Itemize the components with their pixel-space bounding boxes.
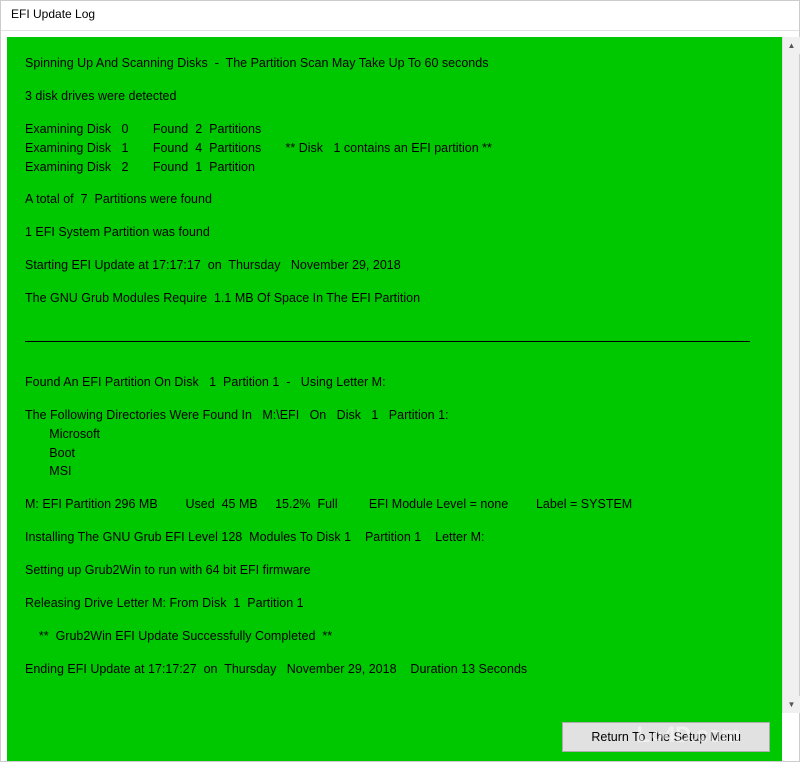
blank-line: [25, 581, 772, 595]
log-line: Starting EFI Update at 17:17:17 on Thurs…: [25, 257, 772, 274]
log-line: The GNU Grub Modules Require 1.1 MB Of S…: [25, 290, 772, 307]
blank-line: [25, 177, 772, 191]
blank-line: [25, 276, 772, 290]
log-line: A total of 7 Partitions were found: [25, 191, 772, 208]
log-line: Examining Disk 1 Found 4 Partitions ** D…: [25, 140, 772, 157]
blank-line: [25, 360, 772, 374]
log-line: Ending EFI Update at 17:17:27 on Thursda…: [25, 661, 772, 678]
log-line: 1 EFI System Partition was found: [25, 224, 772, 241]
scroll-up-arrow[interactable]: ▲: [783, 37, 800, 54]
log-line: Found An EFI Partition On Disk 1 Partiti…: [25, 374, 772, 391]
log-line: MSI: [25, 463, 772, 480]
blank-line: [25, 243, 772, 257]
blank-line: [25, 548, 772, 562]
blank-line: [25, 309, 772, 323]
blank-line: [25, 647, 772, 661]
blank-line: [25, 482, 772, 496]
divider: [25, 341, 750, 342]
window-frame: EFI Update Log Spinning Up And Scanning …: [0, 0, 800, 762]
log-line: Examining Disk 0 Found 2 Partitions: [25, 121, 772, 138]
log-output: Spinning Up And Scanning Disks - The Par…: [7, 37, 782, 713]
log-line: ** Grub2Win EFI Update Successfully Comp…: [25, 628, 772, 645]
bottom-bar: Return To The Setup Menu: [7, 713, 782, 761]
log-line: The Following Directories Were Found In …: [25, 407, 772, 424]
blank-line: [25, 614, 772, 628]
return-button[interactable]: Return To The Setup Menu: [562, 722, 770, 752]
blank-line: [25, 74, 772, 88]
log-line: Examining Disk 2 Found 1 Partition: [25, 159, 772, 176]
log-line: Boot: [25, 445, 772, 462]
log-line: Setting up Grub2Win to run with 64 bit E…: [25, 562, 772, 579]
log-line: 3 disk drives were detected: [25, 88, 772, 105]
blank-line: [25, 515, 772, 529]
titlebar: EFI Update Log: [1, 1, 799, 31]
content-area: Spinning Up And Scanning Disks - The Par…: [1, 31, 799, 713]
log-line: M: EFI Partition 296 MB Used 45 MB 15.2%…: [25, 496, 772, 513]
log-line: Spinning Up And Scanning Disks - The Par…: [25, 55, 772, 72]
blank-line: [25, 107, 772, 121]
window-title: EFI Update Log: [11, 7, 95, 21]
log-line: Installing The GNU Grub EFI Level 128 Mo…: [25, 529, 772, 546]
log-line: Microsoft: [25, 426, 772, 443]
vertical-scrollbar[interactable]: ▲ ▼: [782, 37, 799, 713]
log-line: Releasing Drive Letter M: From Disk 1 Pa…: [25, 595, 772, 612]
scroll-down-arrow[interactable]: ▼: [783, 696, 800, 713]
blank-line: [25, 393, 772, 407]
blank-line: [25, 210, 772, 224]
